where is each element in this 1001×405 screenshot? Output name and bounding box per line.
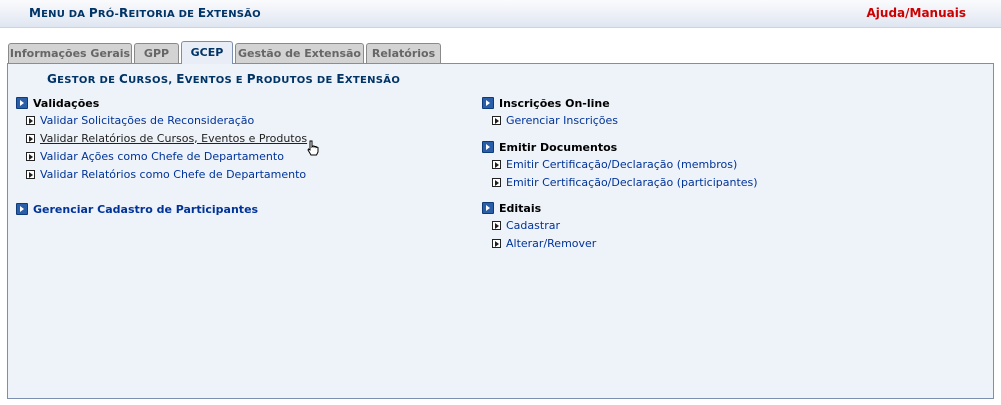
validar-relatorios-cursos-link[interactable]: Validar Relatórios de Cursos, Eventos e …: [26, 129, 307, 147]
page-header: MENU DA PRÓ-REITORIA DE EXTENSÃO Ajuda/M…: [0, 0, 1001, 28]
arrow-box-icon: [26, 133, 35, 143]
cadastrar-edital-link[interactable]: Cadastrar: [492, 216, 596, 234]
link-label: Gerenciar Inscrições: [506, 113, 619, 127]
validar-solicitacoes-link[interactable]: Validar Solicitações de Reconsideração: [26, 111, 307, 129]
arrow-box-icon: [492, 177, 501, 187]
link-label: Validar Relatórios como Chefe de Departa…: [40, 167, 307, 181]
blue-arrow-square-icon: [482, 141, 494, 153]
tab-gestao-extensao[interactable]: Gestão de Extensão: [235, 43, 364, 63]
gerenciar-inscricoes-link[interactable]: Gerenciar Inscrições: [492, 111, 618, 129]
editais-heading: Editais: [482, 200, 596, 216]
editais-heading-label: Editais: [499, 201, 542, 215]
link-label: Emitir Certificação/Declaração (membros): [506, 157, 738, 171]
link-label: Validar Relatórios de Cursos, Eventos e …: [40, 131, 308, 145]
arrow-box-icon: [492, 159, 501, 169]
validar-relatorios-chefe-link[interactable]: Validar Relatórios como Chefe de Departa…: [26, 165, 307, 183]
alterar-remover-edital-link[interactable]: Alterar/Remover: [492, 234, 596, 252]
link-label: Validar Solicitações de Reconsideração: [40, 113, 255, 127]
gerenciar-cadastro-label: Gerenciar Cadastro de Participantes: [33, 202, 259, 216]
blue-arrow-square-icon: [482, 202, 494, 214]
help-manuals-link[interactable]: Ajuda/Manuais: [867, 6, 967, 20]
link-label: Validar Ações como Chefe de Departamento: [40, 149, 284, 163]
arrow-box-icon: [26, 169, 35, 179]
arrow-box-icon: [492, 238, 501, 248]
arrow-box-icon: [26, 115, 35, 125]
emitir-heading-label: Emitir Documentos: [499, 140, 618, 154]
tab-informacoes-gerais[interactable]: Informações Gerais: [8, 43, 132, 63]
inscricoes-section: Inscrições On-line Gerenciar Inscrições: [482, 95, 618, 129]
emitir-documentos-section: Emitir Documentos Emitir Certificação/De…: [482, 139, 758, 191]
link-label: Emitir Certificação/Declaração (particip…: [506, 175, 758, 189]
validacoes-heading-label: Validações: [33, 96, 100, 110]
emitir-certificacao-participantes-link[interactable]: Emitir Certificação/Declaração (particip…: [492, 173, 758, 191]
inscricoes-heading-label: Inscrições On-line: [499, 96, 610, 110]
hand-pointer-cursor: [307, 140, 319, 156]
validar-acoes-chefe-link[interactable]: Validar Ações como Chefe de Departamento: [26, 147, 307, 165]
gcep-panel: GESTOR DE CURSOS, EVENTOS E PRODUTOS DE …: [7, 63, 994, 399]
gerenciar-cadastro-section: Gerenciar Cadastro de Participantes: [16, 201, 258, 217]
arrow-box-icon: [492, 115, 501, 125]
blue-arrow-square-icon: [482, 97, 494, 109]
tab-relatorios[interactable]: Relatórios: [366, 43, 441, 63]
arrow-box-icon: [492, 220, 501, 230]
tab-gpp[interactable]: GPP: [134, 43, 179, 63]
arrow-box-icon: [26, 151, 35, 161]
link-label: Alterar/Remover: [506, 236, 597, 250]
gerenciar-cadastro-link[interactable]: Gerenciar Cadastro de Participantes: [16, 201, 258, 217]
blue-arrow-square-icon: [16, 97, 28, 109]
emitir-documentos-heading: Emitir Documentos: [482, 139, 758, 155]
emitir-certificacao-membros-link[interactable]: Emitir Certificação/Declaração (membros): [492, 155, 758, 173]
tab-gcep[interactable]: GCEP: [181, 41, 233, 64]
link-label: Cadastrar: [506, 218, 560, 232]
validacoes-heading: Validações: [16, 95, 307, 111]
validacoes-section: Validações Validar Solicitações de Recon…: [16, 95, 307, 183]
panel-title: GESTOR DE CURSOS, EVENTOS E PRODUTOS DE …: [47, 72, 401, 86]
page-title: MENU DA PRÓ-REITORIA DE EXTENSÃO: [29, 6, 261, 20]
blue-arrow-square-icon: [16, 203, 28, 215]
editais-section: Editais Cadastrar Alterar/Remover: [482, 200, 596, 252]
inscricoes-heading: Inscrições On-line: [482, 95, 618, 111]
